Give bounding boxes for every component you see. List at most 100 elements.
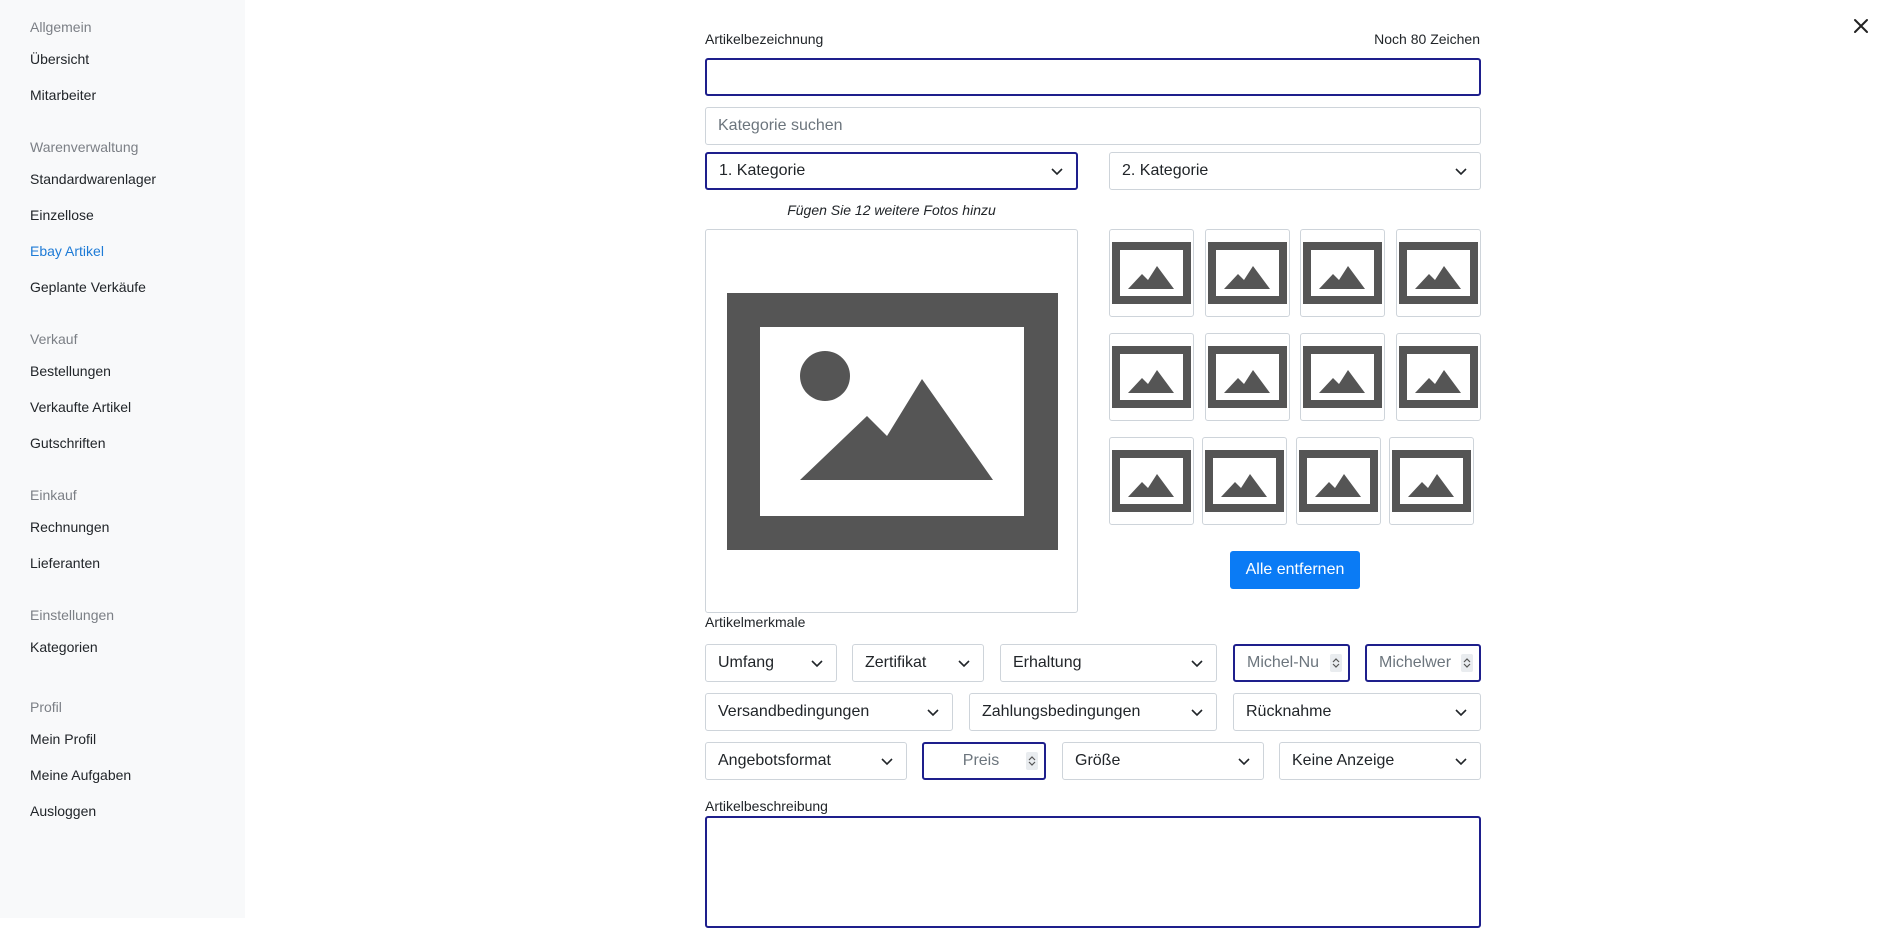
chevron-down-icon	[1455, 168, 1467, 176]
category-1-select[interactable]: 1. Kategorie	[705, 152, 1078, 190]
erhaltung-value: Erhaltung	[1013, 654, 1082, 671]
nav-section-allgemein: Allgemein	[30, 19, 92, 35]
chevron-down-icon	[811, 660, 823, 668]
image-placeholder-icon	[1303, 346, 1382, 408]
nav-item-einzellose[interactable]: Einzellose	[30, 207, 94, 223]
nav-section-einstellungen: Einstellungen	[30, 607, 115, 623]
chevron-down-icon	[881, 758, 893, 766]
close-icon	[1854, 19, 1868, 33]
zertifikat-select[interactable]: Zertifikat	[852, 644, 984, 682]
category-search-input[interactable]	[705, 107, 1481, 145]
description-textarea[interactable]	[705, 816, 1481, 928]
angebotsformat-value: Angebotsformat	[718, 752, 831, 769]
angebotsformat-select[interactable]: Angebotsformat	[705, 742, 907, 780]
groesse-select[interactable]: Größe	[1062, 742, 1264, 780]
image-placeholder-icon	[1299, 450, 1378, 512]
zahlungsbedingungen-value: Zahlungsbedingungen	[982, 703, 1141, 720]
nav-section-profil: Profil	[30, 699, 62, 715]
nav-item-kategorien[interactable]: Kategorien	[30, 639, 98, 655]
title-label: Artikelbezeichnung	[705, 31, 824, 47]
chevron-down-icon	[927, 709, 939, 717]
description-label: Artikelbeschreibung	[705, 798, 828, 814]
features-label: Artikelmerkmale	[705, 614, 806, 630]
nav-item-mein-profil[interactable]: Mein Profil	[30, 731, 96, 747]
nav-section-einkauf: Einkauf	[30, 487, 77, 503]
spinner-arrows-icon[interactable]	[1026, 752, 1038, 770]
nav-item-standardwarenlager[interactable]: Standardwarenlager	[30, 171, 156, 187]
image-placeholder-icon	[1112, 242, 1191, 304]
remove-all-button[interactable]: Alle entfernen	[1230, 551, 1360, 589]
michel-nummer-placeholder: Michel-Nu	[1247, 654, 1320, 671]
photo-thumbnail-2[interactable]	[1205, 229, 1290, 317]
nav-item-gutschriften[interactable]: Gutschriften	[30, 435, 105, 451]
versandbedingungen-select[interactable]: Versandbedingungen	[705, 693, 953, 731]
nav-item-uebersicht[interactable]: Übersicht	[30, 51, 89, 67]
versandbedingungen-value: Versandbedingungen	[718, 703, 870, 720]
image-placeholder-icon	[1303, 242, 1382, 304]
ruecknahme-select[interactable]: Rücknahme	[1233, 693, 1481, 731]
title-char-counter: Noch 80 Zeichen	[1374, 31, 1480, 47]
preis-input[interactable]: Preis	[922, 742, 1046, 780]
nav-item-verkaufte-artikel[interactable]: Verkaufte Artikel	[30, 399, 131, 415]
photo-thumbnail-5[interactable]	[1109, 333, 1194, 421]
image-placeholder-icon	[1208, 346, 1287, 408]
chevron-down-icon	[1455, 709, 1467, 717]
spinner-arrows-icon[interactable]	[1330, 654, 1342, 672]
anzeige-select[interactable]: Keine Anzeige	[1279, 742, 1481, 780]
category-2-select[interactable]: 2. Kategorie	[1109, 152, 1481, 190]
sidebar: Allgemein Übersicht Mitarbeiter Warenver…	[0, 0, 245, 918]
chevron-down-icon	[1455, 758, 1467, 766]
groesse-value: Größe	[1075, 752, 1121, 769]
image-placeholder-icon	[1112, 346, 1191, 408]
title-input[interactable]	[705, 58, 1481, 96]
nav-item-ausloggen[interactable]: Ausloggen	[30, 803, 96, 819]
photo-thumbnail-9[interactable]	[1109, 437, 1194, 525]
nav-item-rechnungen[interactable]: Rechnungen	[30, 519, 109, 535]
photo-thumbnail-6[interactable]	[1205, 333, 1290, 421]
zahlungsbedingungen-select[interactable]: Zahlungsbedingungen	[969, 693, 1217, 731]
nav-item-meine-aufgaben[interactable]: Meine Aufgaben	[30, 767, 131, 783]
umfang-select[interactable]: Umfang	[705, 644, 837, 682]
category-1-value: 1. Kategorie	[719, 162, 806, 179]
image-placeholder-icon	[1112, 450, 1191, 512]
photo-thumbnail-8[interactable]	[1396, 333, 1481, 421]
image-placeholder-icon	[1399, 242, 1478, 304]
ruecknahme-value: Rücknahme	[1246, 703, 1332, 720]
image-placeholder-icon	[1399, 346, 1478, 408]
anzeige-value: Keine Anzeige	[1292, 752, 1395, 769]
michelwert-placeholder: Michelwer	[1379, 654, 1452, 671]
erhaltung-select[interactable]: Erhaltung	[1000, 644, 1217, 682]
michelwert-input[interactable]: Michelwer	[1365, 644, 1481, 682]
michel-nummer-input[interactable]: Michel-Nu	[1233, 644, 1350, 682]
nav-item-lieferanten[interactable]: Lieferanten	[30, 555, 100, 571]
image-placeholder-icon	[727, 293, 1058, 550]
photo-thumbnail-11[interactable]	[1296, 437, 1381, 525]
image-placeholder-icon	[1205, 450, 1284, 512]
umfang-value: Umfang	[718, 654, 775, 671]
photo-thumbnail-3[interactable]	[1300, 229, 1385, 317]
chevron-down-icon	[1191, 660, 1203, 668]
photo-thumbnail-4[interactable]	[1396, 229, 1481, 317]
chevron-down-icon	[1051, 168, 1063, 176]
photo-hint: Fügen Sie 12 weitere Fotos hinzu	[787, 202, 996, 218]
chevron-down-icon	[958, 660, 970, 668]
nav-item-geplante-verkaeufe[interactable]: Geplante Verkäufe	[30, 279, 146, 295]
nav-item-ebay-artikel[interactable]: Ebay Artikel	[30, 243, 104, 259]
category-2-value: 2. Kategorie	[1122, 162, 1209, 179]
nav-section-verkauf: Verkauf	[30, 331, 78, 347]
nav-section-warenverwaltung: Warenverwaltung	[30, 139, 139, 155]
image-placeholder-icon	[1392, 450, 1471, 512]
photo-thumbnail-1[interactable]	[1109, 229, 1194, 317]
photo-thumbnail-10[interactable]	[1202, 437, 1287, 525]
zertifikat-value: Zertifikat	[865, 654, 927, 671]
image-placeholder-icon	[1208, 242, 1287, 304]
nav-item-bestellungen[interactable]: Bestellungen	[30, 363, 111, 379]
photo-thumbnail-12[interactable]	[1389, 437, 1474, 525]
spinner-arrows-icon[interactable]	[1461, 654, 1473, 672]
photo-thumbnail-7[interactable]	[1300, 333, 1385, 421]
close-button[interactable]	[1851, 16, 1871, 36]
preis-placeholder: Preis	[962, 752, 1000, 769]
nav-item-mitarbeiter[interactable]: Mitarbeiter	[30, 87, 96, 103]
main-photo-slot[interactable]	[705, 229, 1078, 613]
chevron-down-icon	[1238, 758, 1250, 766]
